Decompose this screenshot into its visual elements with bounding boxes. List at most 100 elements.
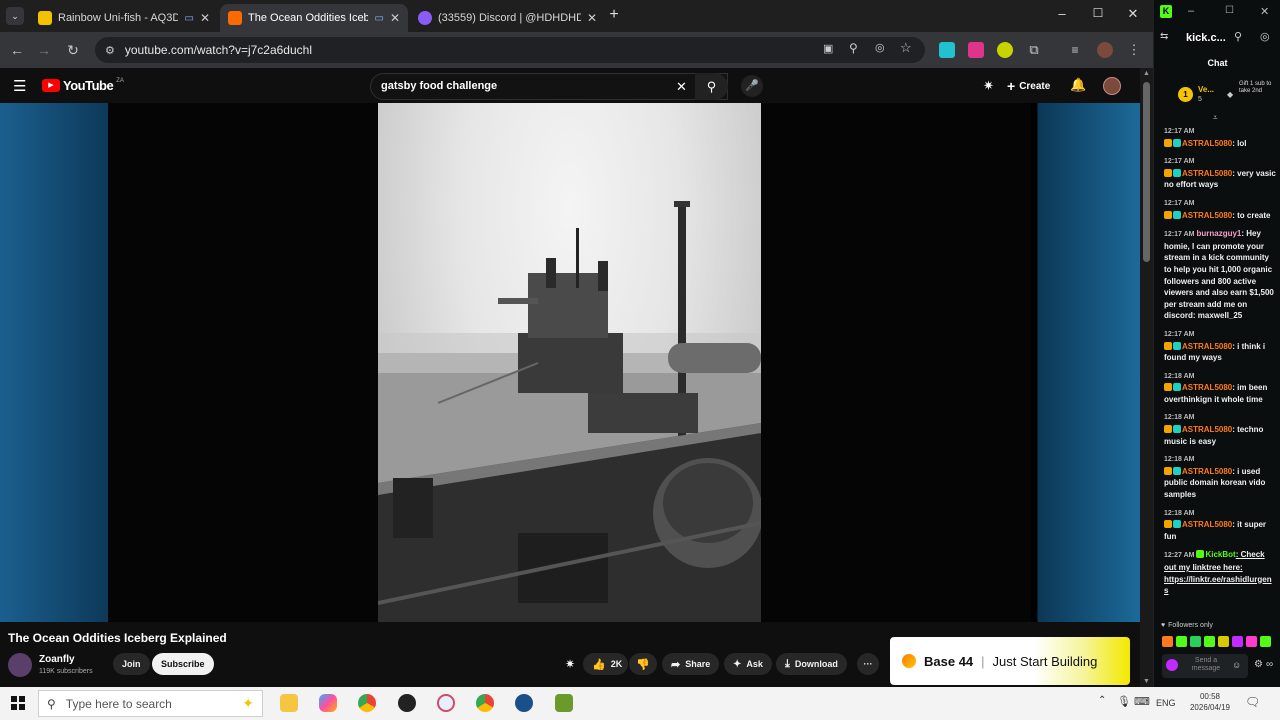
ask-button[interactable]: ✦ Ask: [724, 653, 772, 675]
download-button[interactable]: ⤓ Download: [776, 653, 847, 675]
address-bar[interactable]: ⚙ youtube.com/watch?v=j7c2a6duchl ▣ ⚲ ◎ …: [95, 37, 925, 63]
tab-discord[interactable]: (33559) Discord | @HDHDHDH ✕: [410, 4, 605, 32]
extension-2-icon[interactable]: [968, 42, 984, 58]
reload-icon[interactable]: ↻: [63, 40, 83, 60]
panel-hide-icon[interactable]: ◎: [1260, 30, 1270, 43]
message-username[interactable]: ASTRAL5080: [1182, 520, 1232, 529]
steam-icon[interactable]: [515, 694, 533, 712]
tab-ocean-oddities[interactable]: The Ocean Oddities Iceberg ▭ ✕: [220, 4, 408, 32]
emote-icon[interactable]: [1190, 636, 1201, 647]
like-button[interactable]: 👍 2K: [583, 653, 629, 675]
subscribe-button[interactable]: Subscribe: [152, 653, 214, 675]
bookmark-star-icon[interactable]: ☆: [900, 40, 912, 56]
hide-icon[interactable]: ◎: [875, 41, 885, 54]
cast-icon[interactable]: ▣: [823, 42, 833, 55]
obs-icon[interactable]: [398, 694, 416, 712]
scrollbar-thumb[interactable]: [1143, 82, 1150, 262]
notifications-bell-icon[interactable]: 🔔: [1070, 77, 1086, 93]
panel-maximize-button[interactable]: ☐: [1225, 5, 1234, 16]
clear-search-icon[interactable]: ✕: [676, 79, 687, 95]
message-username[interactable]: burnazguy1: [1196, 229, 1241, 238]
close-window-button[interactable]: ✕: [1123, 6, 1143, 22]
send-message-input[interactable]: Send a message ☺: [1162, 654, 1248, 678]
back-arrow-icon[interactable]: ←: [7, 40, 27, 60]
smiley-icon[interactable]: ☺: [1232, 660, 1241, 670]
message-username[interactable]: ASTRAL5080: [1182, 139, 1232, 148]
tab-close-icon[interactable]: ✕: [587, 11, 597, 25]
windows-start-icon[interactable]: [11, 696, 25, 710]
tab-close-icon[interactable]: ✕: [200, 11, 210, 25]
tab-rainbow-unifish[interactable]: Rainbow Uni-fish - AQ3D ▭ ✕: [30, 4, 218, 32]
emote-bar[interactable]: [1162, 636, 1278, 648]
emote-icon[interactable]: [1218, 636, 1229, 647]
message-username[interactable]: KickBot: [1205, 550, 1235, 559]
forward-arrow-icon[interactable]: →: [34, 40, 54, 60]
hamburger-menu-icon[interactable]: ☰: [13, 77, 26, 95]
zoom-icon[interactable]: ⚲: [849, 41, 858, 55]
emote-icon[interactable]: [1176, 636, 1187, 647]
channel-name[interactable]: Zoanfly: [39, 654, 75, 665]
chrome-icon[interactable]: [358, 694, 376, 712]
create-button[interactable]: + Create: [1007, 76, 1050, 96]
snipping-tool-icon[interactable]: [437, 694, 455, 712]
emote-icon[interactable]: [1246, 636, 1257, 647]
copilot-icon[interactable]: [319, 694, 337, 712]
language-indicator[interactable]: ENG: [1156, 698, 1176, 708]
chat-more-icon[interactable]: ∞: [1266, 659, 1273, 670]
account-avatar[interactable]: [1103, 77, 1121, 95]
message-username[interactable]: ASTRAL5080: [1182, 383, 1232, 392]
join-button[interactable]: Join: [113, 653, 150, 675]
message-username[interactable]: ASTRAL5080: [1182, 467, 1232, 476]
dislike-button[interactable]: 👎: [629, 653, 657, 675]
panel-minimize-button[interactable]: –: [1188, 5, 1194, 17]
sparkle-icon[interactable]: ✷: [983, 78, 994, 94]
message-username[interactable]: ASTRAL5080: [1182, 425, 1232, 434]
scroll-down-arrow-icon[interactable]: ▼: [1143, 678, 1150, 685]
message-username[interactable]: ASTRAL5080: [1182, 169, 1232, 178]
show-hidden-icons[interactable]: ⌃: [1098, 695, 1106, 706]
search-button[interactable]: ⚲: [695, 73, 728, 100]
page-scrollbar[interactable]: ▲ ▼: [1140, 68, 1153, 687]
tab-close-icon[interactable]: ✕: [390, 11, 400, 25]
emote-icon[interactable]: [1162, 636, 1173, 647]
emote-icon[interactable]: [1204, 636, 1215, 647]
message-username[interactable]: ASTRAL5080: [1182, 342, 1232, 351]
extension-1-icon[interactable]: [939, 42, 955, 58]
more-actions-button[interactable]: ···: [857, 653, 879, 675]
media-control-icon[interactable]: ≡: [1067, 42, 1083, 58]
voice-search-button[interactable]: 🎤: [741, 75, 763, 97]
network-tray-icon[interactable]: ⌨: [1134, 695, 1150, 708]
emote-icon[interactable]: [1232, 636, 1243, 647]
chat-settings-icon[interactable]: ⚙: [1254, 659, 1263, 670]
browser-menu-icon[interactable]: ⋮: [1126, 42, 1142, 58]
chrome-profile-icon[interactable]: [476, 694, 494, 712]
scroll-up-arrow-icon[interactable]: ▲: [1143, 70, 1150, 77]
panel-close-button[interactable]: ✕: [1260, 5, 1269, 18]
emote-picker-icon[interactable]: [1166, 659, 1178, 671]
kick-logo-icon[interactable]: K: [1160, 5, 1172, 18]
side-panel-toggle-icon[interactable]: ⇆: [1160, 31, 1168, 42]
microphone-tray-icon[interactable]: 🎙: [1117, 695, 1131, 708]
file-explorer-icon[interactable]: [280, 694, 298, 712]
tab-search-button[interactable]: ⌄: [6, 7, 24, 25]
minecraft-icon[interactable]: [555, 694, 573, 712]
maximize-button[interactable]: ☐: [1088, 6, 1108, 20]
channel-avatar[interactable]: [8, 653, 32, 677]
site-info-icon[interactable]: ⚙: [105, 44, 115, 57]
pinned-collapse-icon[interactable]: ⩡: [1213, 113, 1218, 123]
emote-icon[interactable]: [1260, 636, 1271, 647]
search-input[interactable]: gatsby food challenge: [370, 73, 728, 100]
minimize-button[interactable]: –: [1052, 6, 1072, 21]
message-username[interactable]: ASTRAL5080: [1182, 211, 1232, 220]
sponsored-ad-banner[interactable]: Base 44 | Just Start Building: [890, 637, 1130, 685]
panel-zoom-icon[interactable]: ⚲: [1234, 30, 1242, 43]
sparkle-icon[interactable]: ✷: [565, 657, 575, 671]
extensions-puzzle-icon[interactable]: ⧉: [1026, 42, 1042, 58]
extension-3-icon[interactable]: [997, 42, 1013, 58]
taskbar-search-input[interactable]: ⚲ Type here to search ✦: [38, 690, 263, 717]
new-tab-button[interactable]: +: [604, 5, 624, 25]
profile-avatar-icon[interactable]: [1097, 42, 1113, 58]
pinned-leaderboard[interactable]: 1 Ve... 5 ◆ Gift 1 sub to take 2nd: [1178, 81, 1278, 111]
share-button[interactable]: ➦ Share: [662, 653, 720, 675]
clock[interactable]: 00:58 2026/04/19: [1186, 691, 1234, 713]
